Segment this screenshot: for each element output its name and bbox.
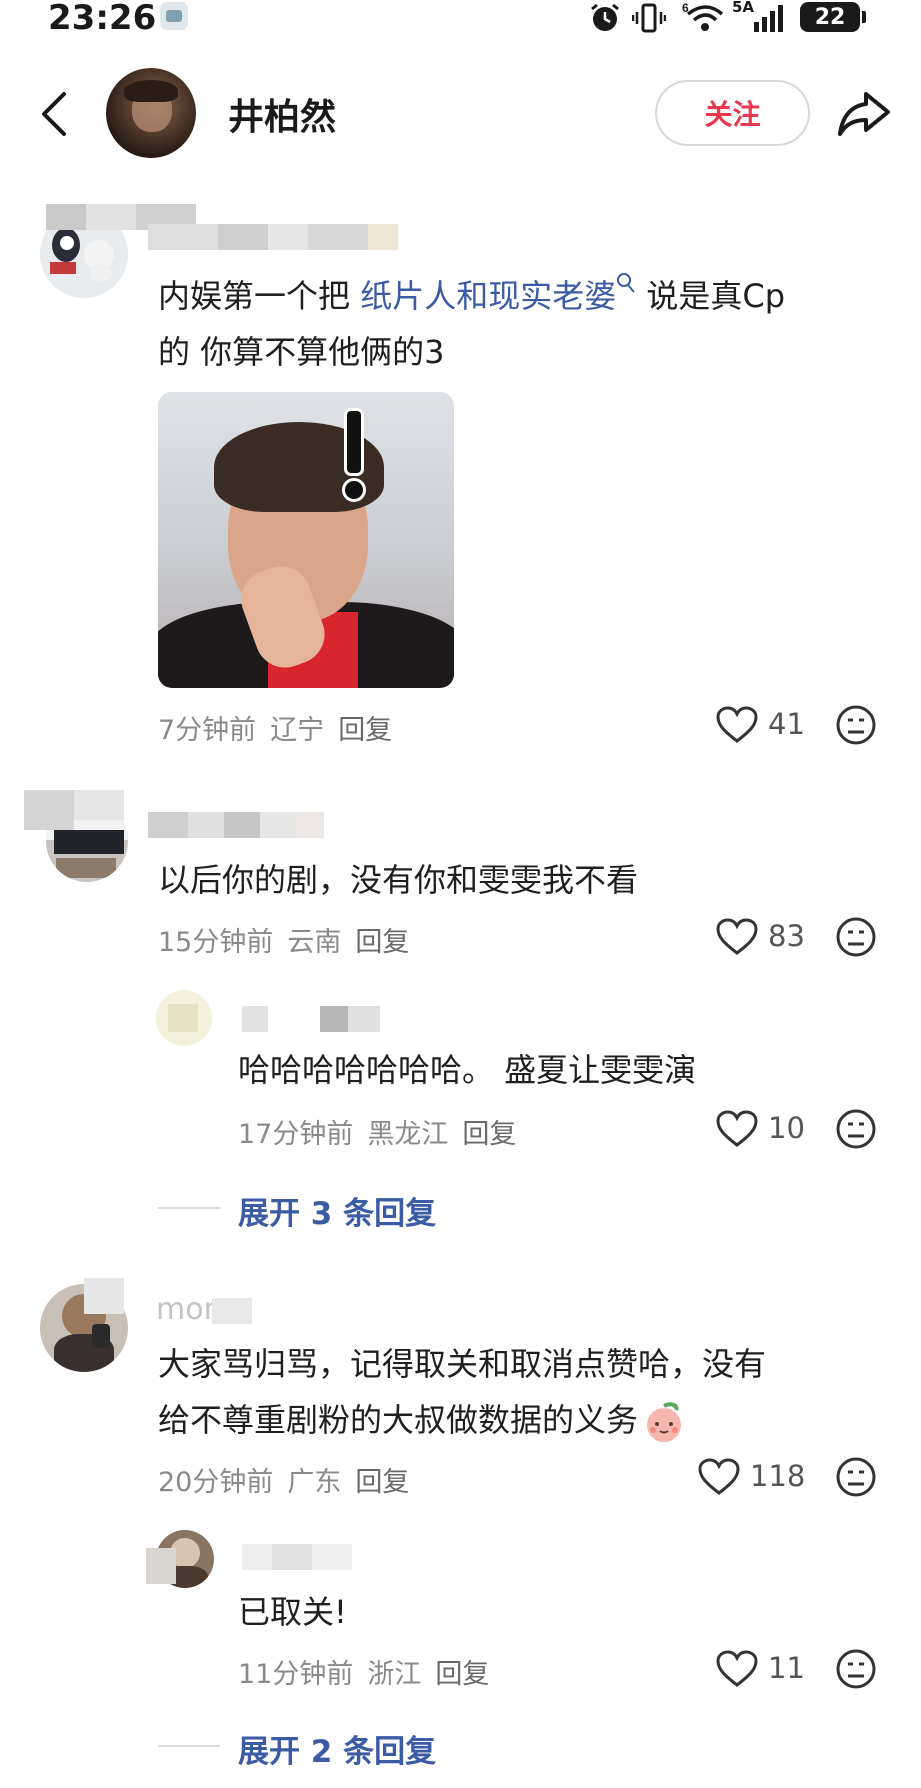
share-icon[interactable] — [836, 88, 892, 138]
comment-text: 以后你的剧，没有你和雯雯我不看 — [158, 861, 639, 899]
comment-text: 内娱第一个把 纸片人和现实老婆 说是真Cp — [158, 268, 785, 324]
reply-location: 黑龙江 — [367, 1119, 449, 1150]
comment-location: 云南 — [287, 927, 342, 958]
comment-meta: 20分钟前 广东 回复 — [158, 1460, 409, 1499]
neutral-face-icon[interactable] — [835, 1456, 877, 1498]
reply-location: 浙江 — [367, 1659, 422, 1690]
follow-button[interactable]: 关注 — [655, 80, 810, 146]
expand-replies-button[interactable]: 展开 3 条回复 — [238, 1188, 436, 1233]
like-count: 83 — [768, 919, 805, 953]
neutral-face-icon[interactable] — [835, 704, 877, 746]
comment-location: 辽宁 — [270, 715, 325, 746]
expand-divider — [158, 1745, 220, 1747]
comment-image[interactable] — [158, 392, 454, 688]
wifi-icon: 6 — [682, 1, 724, 31]
signal-icon — [754, 5, 783, 32]
comment-time: 7分钟前 — [158, 715, 257, 746]
like-count: 118 — [750, 1459, 806, 1493]
battery-icon: 22 — [800, 2, 860, 32]
comment-meta: 7分钟前 辽宁 回复 — [158, 708, 392, 747]
reply-time: 17分钟前 — [238, 1119, 354, 1150]
reply-meta: 17分钟前 黑龙江 回复 — [238, 1112, 516, 1151]
reply-time: 11分钟前 — [238, 1659, 354, 1690]
comment-time: 20分钟前 — [158, 1467, 274, 1498]
neutral-face-icon[interactable] — [835, 1108, 877, 1150]
reply-button[interactable]: 回复 — [355, 920, 409, 959]
app-notification-icon — [160, 2, 188, 30]
reply-button[interactable]: 回复 — [462, 1112, 516, 1151]
commenter-name-blurred — [24, 790, 124, 830]
commenter-name-blurred — [148, 224, 398, 250]
alarm-icon — [591, 3, 619, 31]
comment-meta: 15分钟前 云南 回复 — [158, 920, 409, 959]
battery-level: 22 — [814, 4, 846, 30]
heart-icon[interactable] — [698, 1458, 740, 1496]
expand-replies-button[interactable]: 展开 2 条回复 — [238, 1726, 436, 1771]
battery-tip — [862, 11, 866, 23]
reply-button[interactable]: 回复 — [355, 1460, 409, 1499]
network-type-label: 5A — [732, 0, 755, 16]
neutral-face-icon[interactable] — [835, 916, 877, 958]
expand-divider — [158, 1207, 220, 1209]
reply-text: 哈哈哈哈哈哈哈。 盛夏让雯雯演 — [238, 1051, 697, 1089]
comment-text-line2: 的 你算不算他俩的3 — [158, 333, 445, 371]
comment-text-line2: 给不尊重剧粉的大叔做数据的义务 — [158, 1392, 686, 1448]
search-icon[interactable] — [616, 272, 636, 294]
like-count: 10 — [768, 1111, 805, 1145]
replier-name-blurred — [242, 1006, 380, 1032]
comment-time: 15分钟前 — [158, 927, 274, 958]
reply-button[interactable]: 回复 — [338, 708, 392, 747]
heart-icon[interactable] — [716, 706, 758, 744]
heart-icon[interactable] — [716, 1650, 758, 1688]
vibrate-icon — [632, 3, 666, 33]
commenter-name-blurred — [84, 1278, 124, 1314]
status-time: 23:26 — [48, 0, 157, 38]
peach-emoji-icon — [647, 1402, 682, 1442]
reply-button[interactable]: 回复 — [435, 1652, 489, 1691]
back-arrow-icon[interactable] — [38, 90, 70, 138]
like-count: 11 — [768, 1651, 805, 1685]
reply-meta: 11分钟前 浙江 回复 — [238, 1652, 489, 1691]
heart-icon[interactable] — [716, 1110, 758, 1148]
heart-icon[interactable] — [716, 918, 758, 956]
replier-name-blurred — [242, 1544, 352, 1570]
profile-avatar[interactable] — [106, 68, 196, 158]
comment-location: 广东 — [287, 1467, 342, 1498]
search-link[interactable]: 纸片人和现实老婆 — [360, 277, 616, 315]
comment-text: 大家骂归骂，记得取关和取消点赞哈，没有 — [158, 1345, 767, 1383]
reply-text: 已取关! — [238, 1593, 347, 1631]
replier-name-blurred — [146, 1548, 176, 1584]
profile-name: 井柏然 — [228, 97, 337, 138]
like-count: 41 — [768, 707, 805, 741]
commenter-name-blurred — [148, 812, 324, 838]
commenter-name-blurred — [212, 1298, 252, 1324]
replier-avatar[interactable] — [156, 990, 212, 1046]
neutral-face-icon[interactable] — [835, 1648, 877, 1690]
